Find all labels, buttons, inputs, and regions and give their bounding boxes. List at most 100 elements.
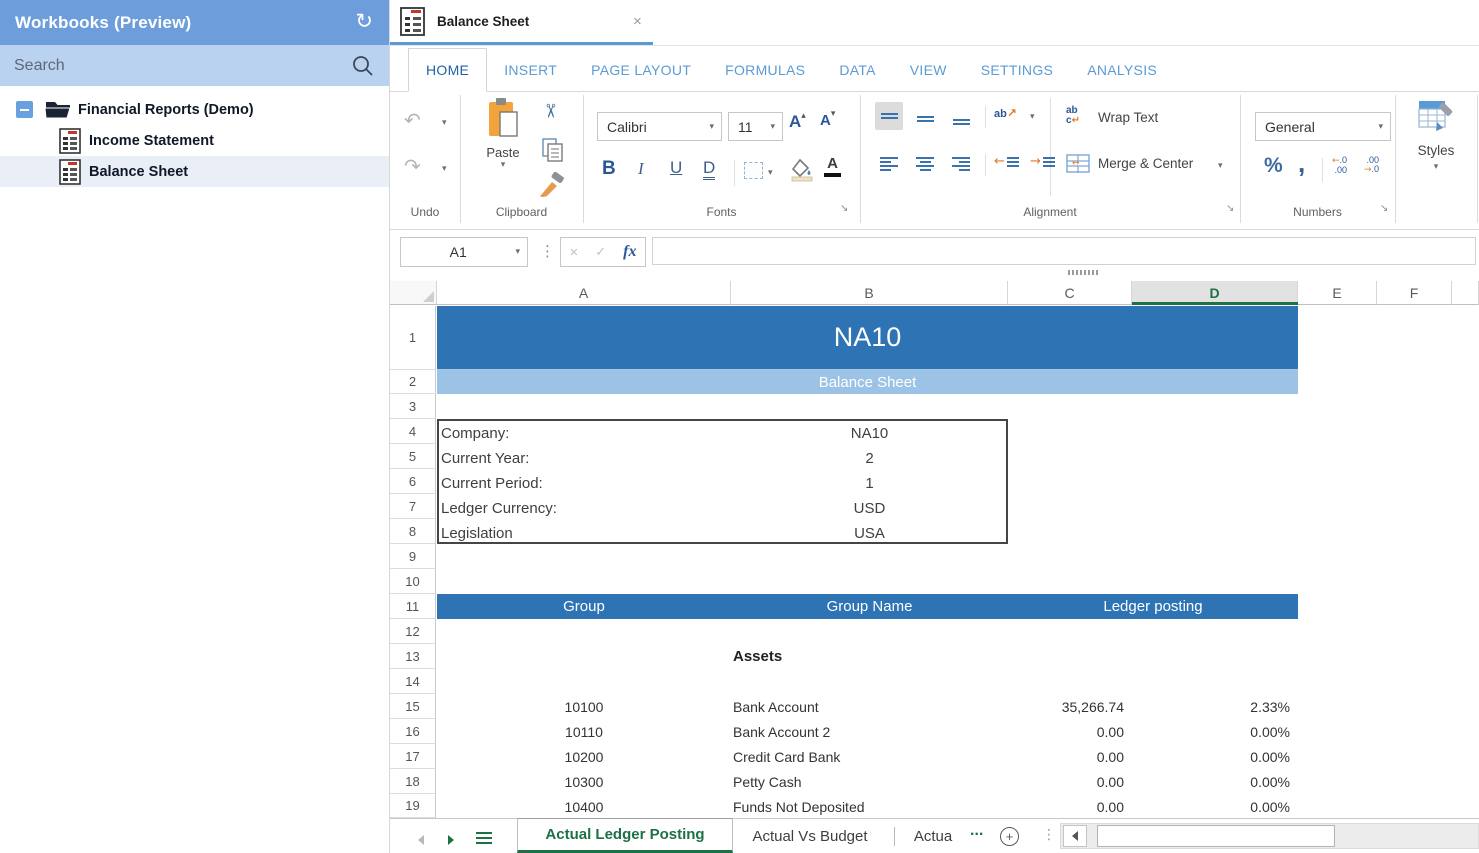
align-middle-button[interactable] <box>911 102 939 130</box>
undo-dropdown-icon[interactable]: ▾ <box>442 118 447 128</box>
column-header-partial[interactable] <box>1452 281 1479 305</box>
info-label[interactable]: Legislation <box>441 521 513 546</box>
table-header-group[interactable]: Group <box>437 594 731 619</box>
account-amount-cell[interactable]: 0.00 <box>1008 794 1124 818</box>
row-header[interactable]: 8 <box>390 519 436 544</box>
row-header[interactable]: 7 <box>390 494 436 519</box>
accept-icon[interactable]: ✓ <box>595 245 606 260</box>
scrollbar-thumb[interactable] <box>1097 825 1335 847</box>
account-group-cell[interactable]: 10110 <box>437 719 731 744</box>
account-percent-cell[interactable]: 0.00% <box>1132 719 1290 744</box>
more-options-icon[interactable]: ⋮ <box>540 242 555 260</box>
column-header-c[interactable]: C <box>1008 281 1132 305</box>
copy-icon[interactable] <box>542 138 564 162</box>
table-header-group-name[interactable]: Group Name <box>731 594 1008 619</box>
subtitle-banner-cell[interactable]: Balance Sheet <box>437 370 1298 394</box>
font-size-select[interactable]: 11▾ <box>728 112 783 141</box>
fill-color-icon[interactable] <box>790 158 814 187</box>
ribbon-tab-formulas[interactable]: FORMULAS <box>708 48 822 91</box>
row-header[interactable]: 16 <box>390 719 436 744</box>
cut-icon[interactable]: ✂ <box>539 103 561 119</box>
row-header[interactable]: 12 <box>390 619 436 644</box>
search-icon[interactable] <box>351 54 375 78</box>
bold-button[interactable]: B <box>602 158 616 180</box>
account-name-cell[interactable]: Petty Cash <box>733 769 801 794</box>
format-painter-icon[interactable] <box>538 172 566 198</box>
sheet-list-menu-icon[interactable] <box>476 829 492 847</box>
info-value[interactable]: 2 <box>731 446 1008 471</box>
info-label[interactable]: Current Year: <box>441 446 529 471</box>
styles-dropdown-icon[interactable]: ▾ <box>1395 162 1477 172</box>
row-header[interactable]: 15 <box>390 694 436 719</box>
align-bottom-button[interactable] <box>947 102 975 130</box>
account-group-cell[interactable]: 10300 <box>437 769 731 794</box>
orientation-icon[interactable]: ab↗ <box>994 106 1017 120</box>
merge-dropdown-icon[interactable]: ▾ <box>1218 161 1223 171</box>
numbers-dialog-launcher-icon[interactable]: ↘ <box>1380 203 1388 214</box>
tree-item-balance-sheet[interactable]: Balance Sheet <box>0 156 389 187</box>
column-header-a[interactable]: A <box>437 281 731 305</box>
sheet-overflow-indicator[interactable]: ... <box>970 822 983 840</box>
account-group-cell[interactable]: 10400 <box>437 794 731 818</box>
account-amount-cell[interactable]: 0.00 <box>1008 744 1124 769</box>
add-sheet-icon[interactable]: + <box>1000 827 1019 846</box>
wrap-text-button[interactable]: Wrap Text <box>1098 110 1158 125</box>
collapse-icon[interactable] <box>16 101 33 118</box>
ribbon-tab-settings[interactable]: SETTINGS <box>964 48 1070 91</box>
table-header-ledger-posting[interactable]: Ledger posting <box>1008 594 1298 619</box>
sheet-tab-actual-ledger-posting[interactable]: Actual Ledger Posting <box>517 818 733 853</box>
account-percent-cell[interactable]: 0.00% <box>1132 794 1290 818</box>
redo-dropdown-icon[interactable]: ▾ <box>442 164 447 174</box>
align-left-button[interactable] <box>875 150 903 178</box>
account-amount-cell[interactable]: 0.00 <box>1008 769 1124 794</box>
grow-font-button[interactable]: A▴ <box>789 112 806 132</box>
account-percent-cell[interactable]: 2.33% <box>1132 694 1290 719</box>
sheet-tab-actual-vs-budget[interactable]: Actual Vs Budget <box>735 819 885 853</box>
document-tab-balance-sheet[interactable]: Balance Sheet × <box>390 0 653 42</box>
info-value[interactable]: 1 <box>731 471 1008 496</box>
wrap-text-icon[interactable]: abc↵ <box>1066 106 1080 126</box>
ribbon-tab-page-layout[interactable]: PAGE LAYOUT <box>574 48 708 91</box>
align-center-button[interactable] <box>911 150 939 178</box>
info-value[interactable]: USD <box>731 496 1008 521</box>
row-header[interactable]: 18 <box>390 769 436 794</box>
undo-icon[interactable]: ↶ <box>404 108 421 132</box>
align-right-button[interactable] <box>947 150 975 178</box>
account-amount-cell[interactable]: 0.00 <box>1008 719 1124 744</box>
account-amount-cell[interactable]: 35,266.74 <box>1008 694 1124 719</box>
row-header[interactable]: 4 <box>390 419 436 444</box>
row-header[interactable]: 17 <box>390 744 436 769</box>
ribbon-tab-view[interactable]: VIEW <box>893 48 964 91</box>
account-name-cell[interactable]: Funds Not Deposited <box>733 794 865 818</box>
fonts-dialog-launcher-icon[interactable]: ↘ <box>840 203 848 214</box>
paste-button[interactable]: Paste ▾ <box>474 98 532 170</box>
row-header[interactable]: 10 <box>390 569 436 594</box>
sheet-tab-truncated[interactable]: Actua <box>904 819 962 853</box>
account-group-cell[interactable]: 10100 <box>437 694 731 719</box>
info-value[interactable]: USA <box>731 521 1008 546</box>
redo-icon[interactable]: ↷ <box>404 154 421 178</box>
percent-button[interactable]: % <box>1264 154 1283 178</box>
decrease-indent-icon[interactable]: ← <box>994 154 1019 169</box>
comma-button[interactable]: , <box>1298 148 1305 179</box>
shrink-font-button[interactable]: A▾ <box>820 112 835 130</box>
number-format-select[interactable]: General▾ <box>1255 112 1391 141</box>
account-group-cell[interactable]: 10200 <box>437 744 731 769</box>
refresh-icon[interactable]: ↻ <box>355 9 373 33</box>
increase-indent-icon[interactable]: → <box>1030 154 1055 169</box>
underline-button[interactable]: U <box>670 158 682 178</box>
ribbon-tab-data[interactable]: DATA <box>822 48 892 91</box>
row-header[interactable]: 19 <box>390 794 436 818</box>
account-percent-cell[interactable]: 0.00% <box>1132 744 1290 769</box>
account-name-cell[interactable]: Credit Card Bank <box>733 744 840 769</box>
font-name-select[interactable]: Calibri▾ <box>597 112 722 141</box>
row-header[interactable]: 2 <box>390 370 436 394</box>
close-icon[interactable]: × <box>633 13 642 30</box>
column-header-b[interactable]: B <box>731 281 1008 305</box>
select-all-corner[interactable] <box>390 281 437 305</box>
column-header-f[interactable]: F <box>1377 281 1452 305</box>
row-header[interactable]: 11 <box>390 594 436 619</box>
orientation-dropdown-icon[interactable]: ▾ <box>1030 112 1035 122</box>
italic-button[interactable]: I <box>638 159 644 179</box>
merge-center-icon[interactable]: ↔ <box>1066 154 1090 174</box>
